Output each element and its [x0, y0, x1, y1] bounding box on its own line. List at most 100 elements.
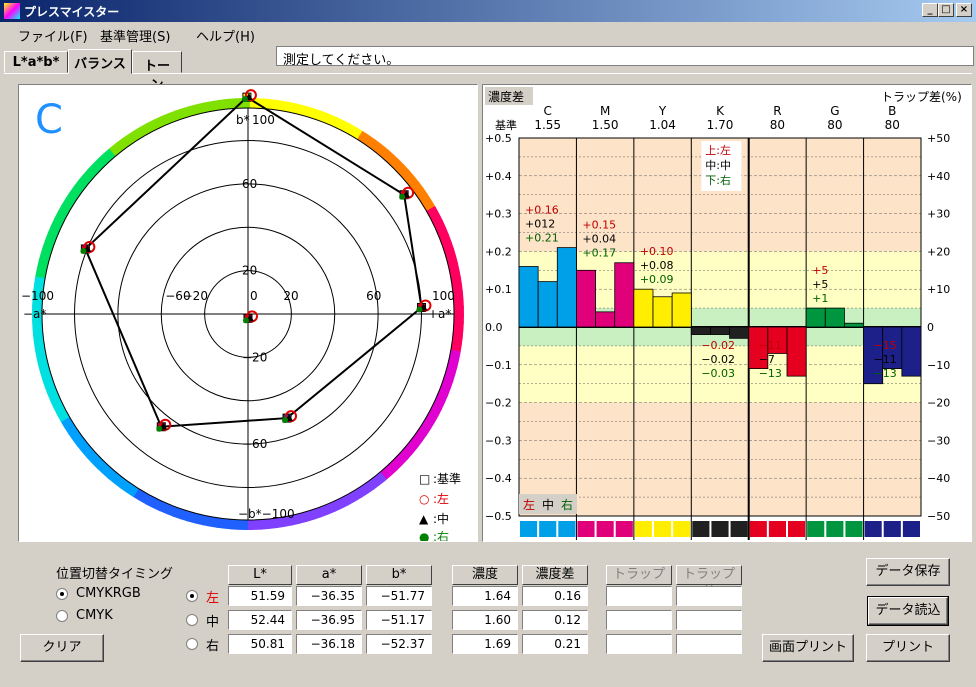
left-tick: −0.4: [485, 472, 512, 485]
hue-ring-segment: [453, 306, 465, 324]
bar-M-2: [614, 262, 635, 328]
color-strip: [596, 521, 614, 537]
color-strip: [654, 521, 672, 537]
hue-ring-segment: [32, 319, 44, 337]
category-label: Y: [658, 104, 667, 118]
legend-box-item: 下:右: [705, 173, 731, 187]
ring-label: −20: [242, 350, 267, 364]
menu-help[interactable]: ヘルプ(H): [196, 26, 255, 45]
category-label: B: [888, 104, 896, 118]
row-radio-1[interactable]: [186, 614, 198, 626]
color-strip: [864, 521, 882, 537]
bar-K-0: [690, 326, 711, 335]
row-radio-2[interactable]: [186, 638, 198, 650]
clear-button[interactable]: クリア: [20, 634, 104, 662]
right-axis-title: トラップ差(%): [881, 90, 962, 104]
category-label: C: [544, 104, 552, 118]
cell-b: −51.77: [366, 586, 432, 606]
cell-L: 51.59: [228, 586, 292, 606]
col-header-L: L*: [228, 565, 292, 585]
tab-balance[interactable]: バランス: [68, 49, 132, 74]
ring-label: 0: [250, 289, 258, 303]
value-label: +0.16: [525, 204, 559, 217]
right-marker: [243, 317, 249, 324]
left-tick: 0.0: [485, 321, 503, 334]
color-strip: [845, 521, 863, 537]
right-tick: −20: [927, 397, 950, 410]
cell-trap: [606, 634, 672, 654]
col-header-trap-diff: トラップ差: [676, 565, 742, 600]
value-label: −0.02: [701, 353, 735, 366]
ring-label: 60: [242, 177, 257, 191]
color-strip: [902, 521, 920, 537]
app-window: プレスマイスター _ □ × ファイル(F) 基準管理(S) ヘルプ(H) 測定…: [0, 0, 976, 687]
cell-a: −36.18: [296, 634, 362, 654]
bar-C-1: [537, 281, 558, 328]
color-strip: [883, 521, 901, 537]
right-tick: −30: [927, 434, 950, 447]
menu-file[interactable]: ファイル(F): [18, 26, 88, 45]
right-marker: [156, 425, 163, 432]
value-label: +0.15: [582, 219, 616, 232]
channel-label: C: [35, 97, 63, 143]
row-label: 左: [206, 591, 220, 606]
left-tick: +0.4: [485, 170, 512, 183]
hue-ring-segment: [246, 519, 264, 530]
cell-density: 1.69: [452, 634, 518, 654]
close-button[interactable]: ×: [956, 3, 972, 17]
bar-G-2: [844, 322, 864, 328]
value-label: +0.17: [582, 247, 616, 260]
density-bar-chart: 濃度差 トラップ差(%) 基準+0.5 +0.4 +0.3 +0.2 +0.1 0.0 −0.1…: [485, 87, 962, 540]
cell-b: −52.37: [366, 634, 432, 654]
load-data-button[interactable]: データ読込: [867, 596, 949, 626]
cell-trap_diff: [676, 586, 742, 606]
value-label: −0.02: [701, 339, 735, 352]
right-tick: +20: [927, 245, 950, 258]
row-radio-0[interactable]: [186, 590, 198, 602]
window-title: プレスマイスター: [24, 5, 120, 19]
right-marker: [399, 193, 406, 200]
legend-box-item: 中:中: [705, 159, 731, 172]
color-strip: [768, 521, 786, 537]
legend-label: :中: [433, 511, 449, 526]
bar-B-2: [901, 326, 922, 377]
right-tick: +40: [927, 170, 950, 183]
status-message: 測定してください。: [276, 46, 974, 68]
category-baseline: 80: [827, 118, 842, 132]
bottom-legend-item: 右: [561, 497, 573, 512]
category-label: K: [716, 104, 725, 118]
tab-lab[interactable]: L*a*b*: [4, 51, 68, 73]
cell-density_diff: 0.21: [522, 634, 588, 654]
left-tick: −0.1: [485, 359, 512, 372]
tick-label-top_b: b*: [236, 113, 250, 127]
legend-label: :基準: [433, 471, 461, 486]
save-data-button[interactable]: データ保存: [866, 558, 950, 586]
row-label: 中: [206, 615, 220, 630]
maximize-button[interactable]: □: [938, 3, 954, 17]
chart-title: 濃度差: [488, 89, 524, 104]
right-tick: +50: [927, 132, 950, 145]
tick-label-top: 100: [252, 113, 275, 127]
right-marker: [80, 247, 87, 254]
minimize-button[interactable]: _: [922, 3, 938, 17]
category-label: R: [773, 104, 781, 118]
tab-tone[interactable]: トーン: [132, 51, 182, 93]
value-label: −13: [759, 367, 782, 380]
color-strip: [730, 521, 748, 537]
screen-print-button[interactable]: 画面プリント: [762, 634, 854, 662]
category-baseline: 80: [885, 118, 900, 132]
title-bar[interactable]: プレスマイスター _ □ ×: [0, 0, 976, 22]
cell-a: −36.95: [296, 610, 362, 630]
value-label: +0.10: [640, 245, 674, 258]
cell-density_diff: 0.16: [522, 586, 588, 606]
timing-radio-cmykrgb[interactable]: [56, 588, 68, 600]
value-label: +0.04: [582, 233, 616, 246]
timing-radio-cmyk[interactable]: [56, 610, 68, 622]
ring-label: −60: [165, 289, 190, 303]
col-header-density: 濃度: [452, 565, 518, 585]
print-button[interactable]: プリント: [866, 634, 950, 662]
bar-panel: 濃度差 トラップ差(%) 基準 +0.5 +0.4 +0.3 +0.2 +0.1 0.0 −0.1…: [482, 84, 972, 542]
menu-standard[interactable]: 基準管理(S): [100, 26, 170, 45]
value-label: −11: [874, 353, 897, 366]
legend-box-item: 上:左: [705, 144, 731, 157]
